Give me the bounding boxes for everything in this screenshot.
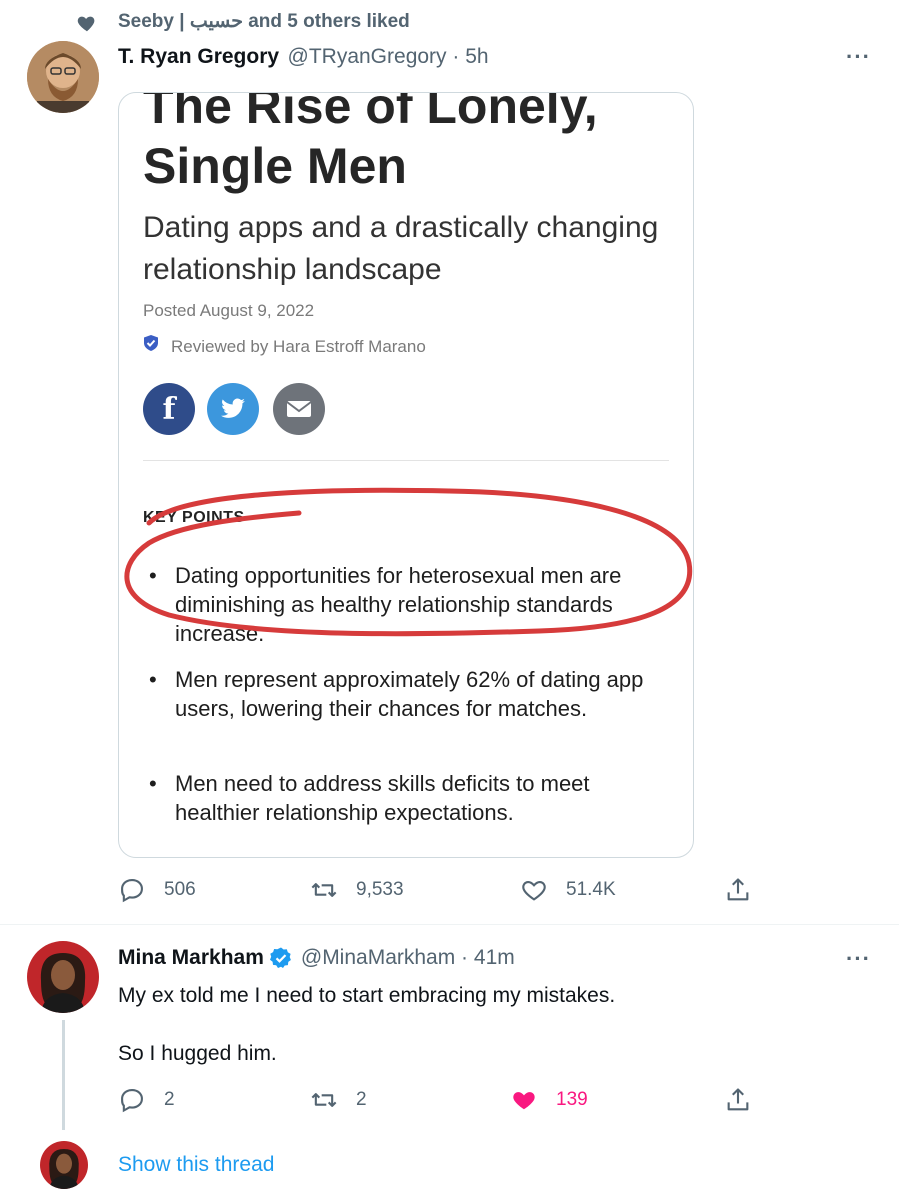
avatar[interactable] [27,941,99,1013]
thread-connector-line [62,1020,65,1130]
author-name[interactable]: T. Ryan Gregory [118,45,279,68]
retweet-button[interactable]: 2 [310,1086,367,1114]
like-filled-icon [513,1092,535,1110]
reply-button[interactable]: 506 [118,876,196,904]
tweet-text-line1: My ex told me I need to start embracing … [118,984,616,1007]
share-button[interactable] [724,876,752,904]
avatar[interactable] [27,41,99,113]
show-thread-link[interactable]: Show this thread [118,1153,274,1177]
author-name[interactable]: Mina Markham [118,946,264,970]
author-handle-time[interactable]: @TRyanGregory · 5h [288,45,489,68]
tweet-separator [0,924,899,925]
author-handle-time[interactable]: @MinaMarkham · 41m [301,946,515,970]
reply-icon [121,879,143,903]
avatar-portrait [27,941,99,1013]
avatar-portrait [27,41,99,113]
like-icon [522,881,546,901]
retweet-button[interactable]: 9,533 [310,876,404,904]
share-icon [727,1088,749,1111]
retweet-icon [311,883,337,897]
retweet-icon [311,1093,337,1107]
retweet-count: 2 [356,1089,367,1110]
retweet-count: 9,533 [356,879,404,900]
like-count: 139 [556,1089,588,1110]
like-button[interactable]: 139 [510,1086,588,1114]
more-options-icon[interactable]: ··· [846,946,871,972]
like-count: 51.4K [566,879,616,900]
reply-count: 506 [164,879,196,900]
social-context-text[interactable]: Seeby | حسيب and 5 others liked [118,10,410,33]
thread-avatar[interactable] [40,1141,88,1189]
share-button[interactable] [724,1086,752,1114]
red-circle-annotation [124,487,693,637]
tweet-text-line2: So I hugged him. [118,1042,277,1065]
heart-icon [77,16,95,32]
share-icon [727,878,749,901]
reply-count: 2 [164,1089,175,1110]
like-button[interactable]: 51.4K [520,876,616,904]
more-options-icon[interactable]: ··· [846,44,871,70]
avatar-portrait [40,1141,88,1189]
reply-button[interactable]: 2 [118,1086,175,1114]
reply-icon [121,1089,143,1113]
tweet-image[interactable]: The Rise of Lonely, Single Men Dating ap… [118,92,694,858]
verified-badge-icon [269,947,291,968]
